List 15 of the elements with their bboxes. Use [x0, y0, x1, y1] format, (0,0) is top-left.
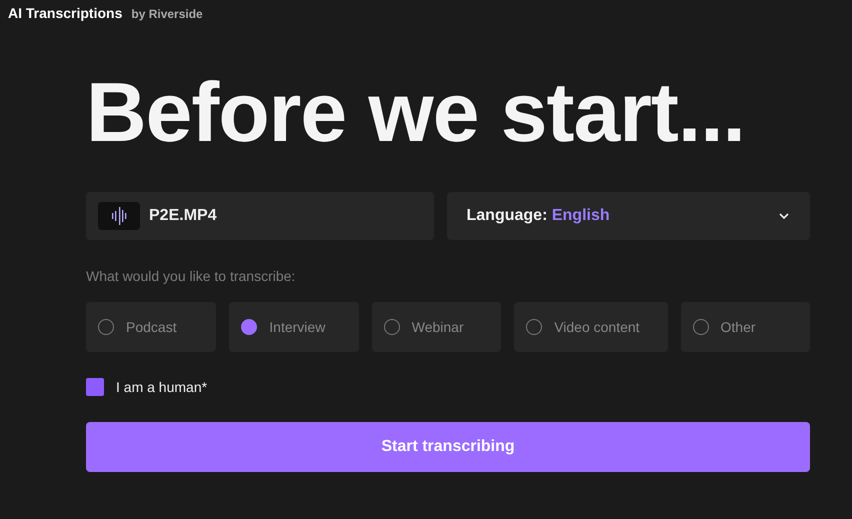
type-option[interactable]: Video content	[514, 302, 668, 352]
waveform-icon	[98, 202, 140, 230]
start-button[interactable]: Start transcribing	[86, 422, 810, 472]
question-label: What would you like to transcribe:	[86, 268, 296, 284]
language-dropdown[interactable]: Language: English	[446, 192, 810, 240]
type-option[interactable]: Podcast	[86, 302, 216, 352]
page-heading: Before we start...	[86, 64, 746, 161]
chevron-down-icon	[778, 212, 790, 220]
file-name: P2E.MP4	[149, 207, 217, 225]
type-option[interactable]: Other	[680, 302, 810, 352]
human-checkbox[interactable]: I am a human*	[86, 378, 810, 396]
type-option[interactable]: Interview	[229, 302, 359, 352]
type-option[interactable]: Webinar	[372, 302, 502, 352]
byline: by Riverside	[131, 7, 203, 21]
app-title: AI Transcriptions	[8, 5, 122, 21]
